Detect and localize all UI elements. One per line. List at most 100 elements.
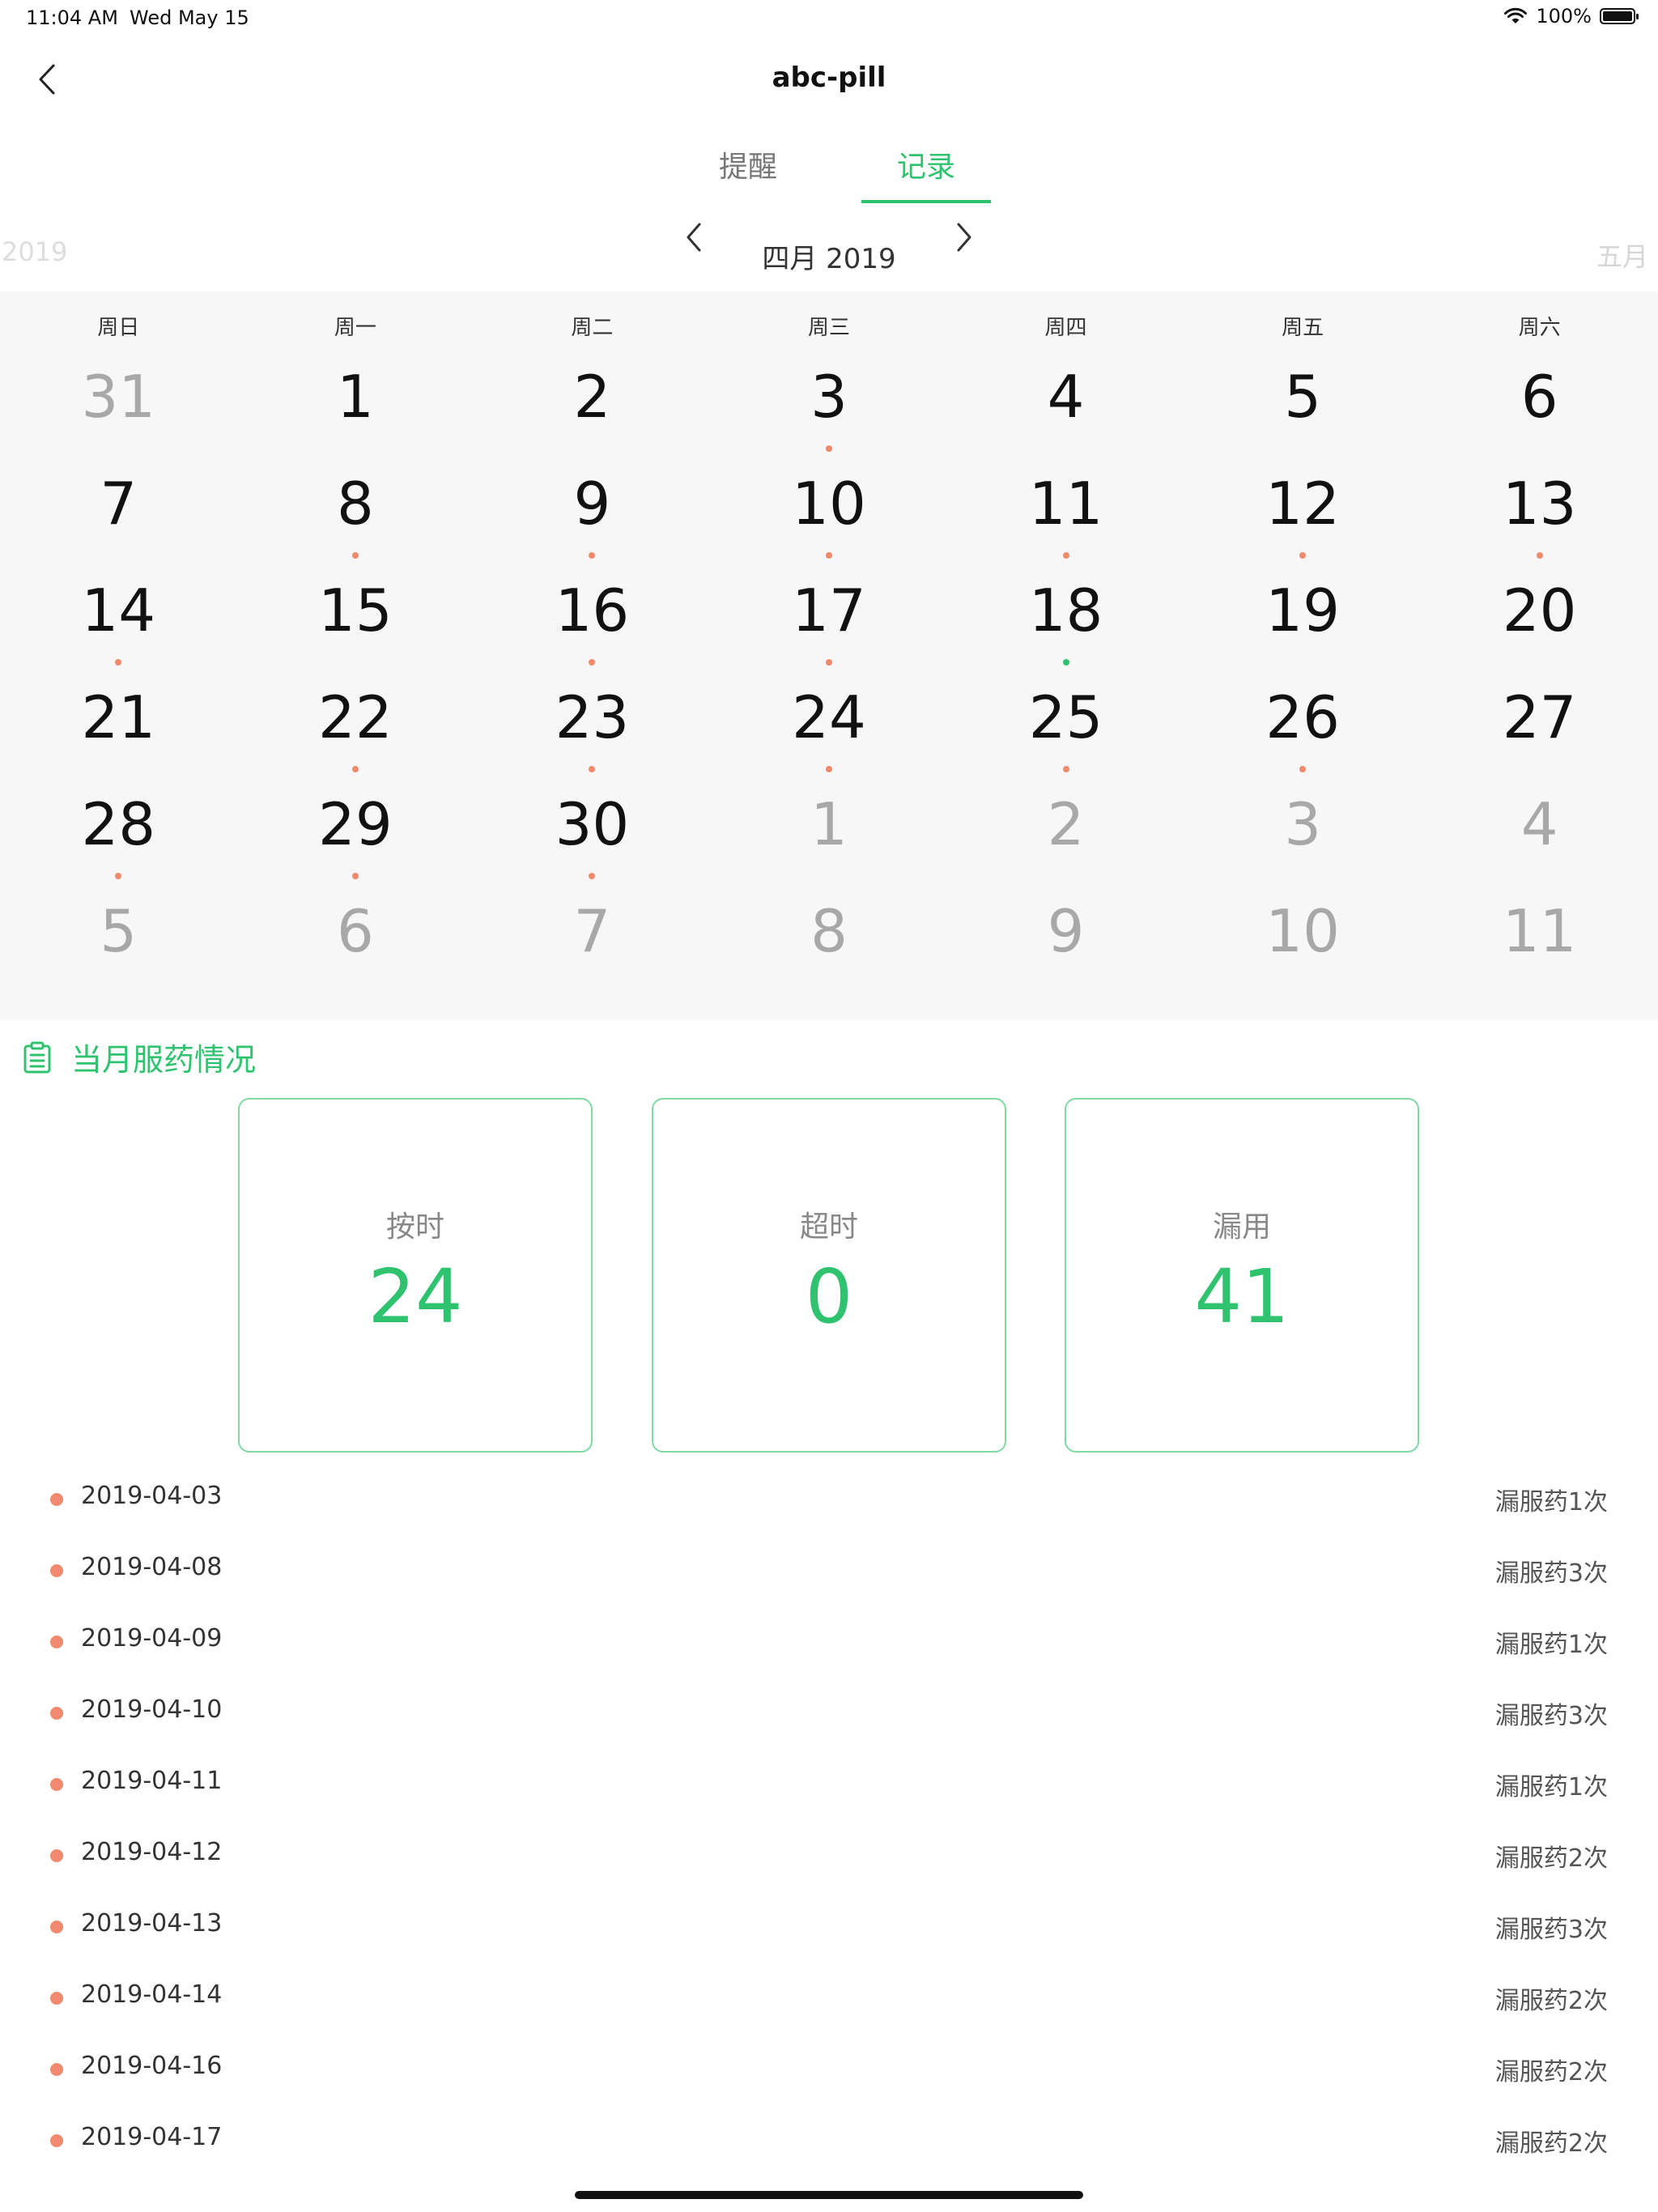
calendar-day[interactable]: 6 (1421, 355, 1658, 462)
calendar-day-number: 1 (810, 790, 848, 858)
missed-dose-date: 2019-04-13 (81, 1909, 223, 1938)
calendar-day[interactable]: 7 (474, 889, 711, 996)
calendar-day[interactable]: 30 (474, 782, 711, 889)
missed-dose-row[interactable]: 2019-04-10 漏服药3次 (0, 1676, 1658, 1747)
missed-dose-count: 漏服药1次 (1494, 1631, 1608, 1659)
calendar-day[interactable]: 21 (0, 675, 237, 782)
missed-dose-date: 2019-04-03 (81, 1482, 223, 1510)
calendar-day[interactable]: 24 (711, 675, 948, 782)
tab-remind[interactable]: 提醒 (683, 142, 813, 203)
missed-dose-row[interactable]: 2019-04-14 漏服药2次 (0, 1961, 1658, 2032)
calendar-day[interactable]: 5 (0, 889, 237, 996)
calendar-day[interactable]: 15 (237, 568, 474, 675)
calendar-day[interactable]: 22 (237, 675, 474, 782)
calendar-day[interactable]: 2 (947, 782, 1184, 889)
calendar-day-number: 31 (81, 363, 156, 431)
calendar-day[interactable]: 11 (947, 462, 1184, 568)
calendar-day[interactable]: 6 (237, 889, 474, 996)
calendar-day[interactable]: 8 (711, 889, 948, 996)
calendar-day[interactable]: 1 (237, 355, 474, 462)
calendar-day[interactable]: 14 (0, 568, 237, 675)
missed-dose-date: 2019-04-08 (81, 1553, 223, 1581)
calendar-day-number: 23 (555, 683, 630, 751)
calendar-day-number: 22 (318, 683, 393, 751)
calendar-day[interactable]: 3 (1184, 782, 1422, 889)
calendar-day[interactable]: 10 (1184, 889, 1422, 996)
missed-dose-count: 漏服药2次 (1494, 2058, 1608, 2087)
calendar-day[interactable]: 31 (0, 355, 237, 462)
calendar-day[interactable]: 9 (947, 889, 1184, 996)
calendar-day[interactable]: 9 (474, 462, 711, 568)
missed-dose-dot (589, 766, 596, 772)
missed-dose-date: 2019-04-16 (81, 2052, 223, 2080)
missed-dose-row[interactable]: 2019-04-16 漏服药2次 (0, 2032, 1658, 2104)
calendar-day[interactable]: 23 (474, 675, 711, 782)
missed-dose-dot (589, 552, 596, 559)
current-month-label: 四月 2019 (762, 243, 896, 275)
calendar-day[interactable]: 13 (1421, 462, 1658, 568)
missed-dose-row[interactable]: 2019-04-13 漏服药3次 (0, 1890, 1658, 1961)
calendar-day[interactable]: 7 (0, 462, 237, 568)
calendar-day[interactable]: 4 (947, 355, 1184, 462)
stat-label: 漏用 (1212, 1210, 1271, 1244)
calendar-day[interactable]: 3 (711, 355, 948, 462)
missed-dose-dot (50, 1564, 63, 1577)
calendar-day[interactable]: 8 (237, 462, 474, 568)
calendar-day-number: 8 (336, 470, 374, 538)
missed-dose-date: 2019-04-14 (81, 1980, 223, 2009)
weekday-label: 周五 (1282, 316, 1324, 340)
missed-dose-dot (351, 766, 359, 772)
calendar-day-number: 28 (81, 790, 156, 858)
missed-dose-list: 2019-04-03 漏服药1次 2019-04-08 漏服药3次 2019-04-09… (0, 1462, 1658, 2175)
calendar-day-number: 19 (1265, 576, 1340, 644)
missed-dose-dot (50, 1921, 63, 1933)
next-month-button[interactable] (944, 212, 984, 262)
missed-dose-date: 2019-04-10 (81, 1695, 223, 1724)
calendar-day[interactable]: 4 (1421, 782, 1658, 889)
calendar-day-number: 7 (573, 897, 611, 965)
status-right-group: 100% (1503, 5, 1639, 28)
missed-dose-dot (50, 1992, 63, 2005)
calendar-day[interactable]: 29 (237, 782, 474, 889)
missed-dose-dot (50, 1778, 63, 1791)
calendar-day[interactable]: 18 (947, 568, 1184, 675)
calendar-day-number: 9 (1047, 897, 1085, 965)
missed-dose-dot (50, 1707, 63, 1720)
calendar-day[interactable]: 10 (711, 462, 948, 568)
stat-label: 超时 (799, 1210, 858, 1244)
calendar-day[interactable]: 12 (1184, 462, 1422, 568)
app-screen: 11:04 AM Wed May 15 100% abc-pill 提醒 记录 … (0, 0, 1658, 2212)
home-indicator[interactable] (575, 2191, 1083, 2199)
missed-dose-row[interactable]: 2019-04-09 漏服药1次 (0, 1605, 1658, 1676)
calendar-day[interactable]: 25 (947, 675, 1184, 782)
calendar-day[interactable]: 1 (711, 782, 948, 889)
missed-dose-row[interactable]: 2019-04-11 漏服药1次 (0, 1747, 1658, 1819)
missed-dose-row[interactable]: 2019-04-03 漏服药1次 (0, 1462, 1658, 1534)
calendar-day[interactable]: 28 (0, 782, 237, 889)
calendar-day[interactable]: 17 (711, 568, 948, 675)
stat-card-overtime: 超时 0 (652, 1098, 1006, 1453)
missed-dose-dot (115, 659, 122, 666)
missed-dose-count: 漏服药2次 (1494, 1844, 1608, 1873)
summary-title-text: 当月服药情况 (71, 1042, 257, 1078)
stat-card-missed: 漏用 41 (1065, 1098, 1419, 1453)
missed-dose-row[interactable]: 2019-04-17 漏服药2次 (0, 2104, 1658, 2175)
calendar-day[interactable]: 16 (474, 568, 711, 675)
calendar-day-number: 11 (1028, 470, 1103, 538)
missed-dose-row[interactable]: 2019-04-08 漏服药3次 (0, 1534, 1658, 1605)
missed-dose-row[interactable]: 2019-04-12 漏服药2次 (0, 1819, 1658, 1890)
calendar-day[interactable]: 11 (1421, 889, 1658, 996)
calendar-day[interactable]: 2 (474, 355, 711, 462)
calendar-day[interactable]: 27 (1421, 675, 1658, 782)
calendar-day-number: 4 (1520, 790, 1558, 858)
weekday-label: 周一 (334, 316, 376, 340)
calendar-day[interactable]: 19 (1184, 568, 1422, 675)
calendar-day[interactable]: 26 (1184, 675, 1422, 782)
stat-value: 0 (805, 1253, 853, 1340)
calendar-day[interactable]: 5 (1184, 355, 1422, 462)
missed-dose-dot (115, 873, 122, 879)
calendar: 周日 周一 周二 周三 周四 周五 周六 31 1 2 3 4 5 6 7 8 9 10 11 12 13 14 15 16… (0, 291, 1658, 1020)
tab-record[interactable]: 记录 (861, 142, 991, 203)
calendar-day[interactable]: 20 (1421, 568, 1658, 675)
missed-dose-dot (50, 2063, 63, 2076)
